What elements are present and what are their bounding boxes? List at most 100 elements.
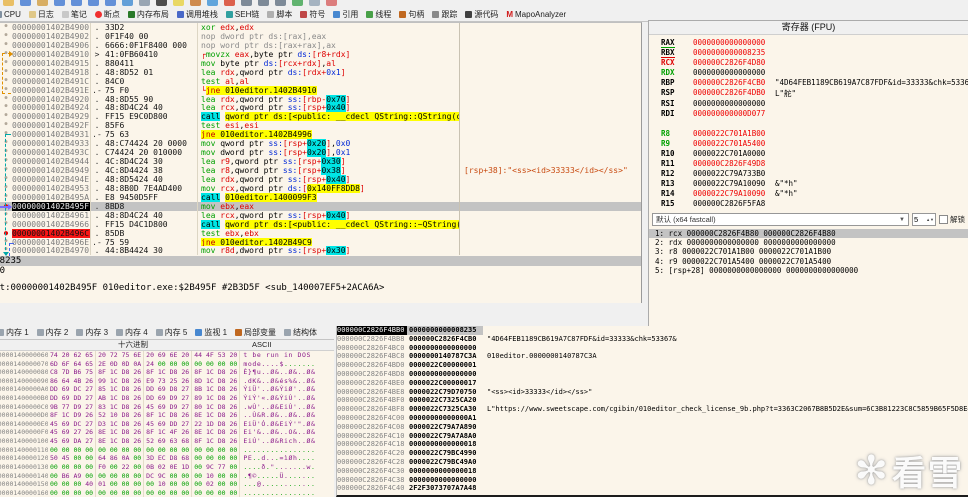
register-row[interactable]: R11 000000C2826F49D8 — [649, 159, 968, 169]
row-dot-icon[interactable]: ● — [0, 220, 12, 229]
dump-tab-4[interactable]: 内存 4 — [112, 327, 152, 338]
hexdump-row[interactable]: 00000001400000A0DD 69 DC 2785 1C D8 26DD… — [0, 385, 334, 395]
hexdump-row[interactable]: 000000014000006074 20 62 6520 72 75 6E20… — [0, 351, 334, 360]
stack-row[interactable]: 000000C2826F4BD8 0000000000000000 — [337, 370, 968, 379]
disasm-row[interactable]: ● 00000001402B4902. 0F1F40 00 nop dword ptr… — [0, 31, 641, 41]
globe-icon[interactable] — [207, 0, 218, 6]
chart-icon[interactable] — [292, 0, 303, 6]
register-row[interactable]: RCX 000000C2826F4D80 — [649, 58, 968, 68]
brush-icon[interactable] — [224, 0, 235, 6]
dump-tab-3[interactable]: 内存 3 — [72, 327, 112, 338]
fx-icon[interactable] — [241, 0, 252, 6]
tab-cpu[interactable]: CPU — [0, 8, 25, 21]
stack-row[interactable]: 000000C2826F4C30 0000000000000018 — [337, 467, 968, 476]
az-sort-icon[interactable] — [275, 0, 286, 6]
restart-icon[interactable] — [20, 0, 31, 6]
step-out-icon[interactable] — [105, 0, 116, 6]
row-dot-icon[interactable]: ● — [0, 77, 12, 86]
register-row[interactable]: RBX 0000000000008235 — [649, 48, 968, 59]
stack-row[interactable]: 000000C2826F4BF0 0000022C7325CA20 — [337, 396, 968, 405]
stack-row[interactable]: 000000C2826F4BE0 0000022C00000017 — [337, 379, 968, 388]
disasm-row[interactable]: ● 00000001402B4931 .- 75 63 jne 010editor.14… — [0, 130, 641, 140]
eraser-icon[interactable] — [190, 0, 201, 6]
stack-row[interactable]: 000000C2826F4BB0 0000000000008235 — [337, 326, 968, 335]
arg-count-stepper[interactable]: 5 ▲▼ — [912, 213, 936, 226]
register-row[interactable]: R13 0000022C79A10090 &"*h" — [649, 179, 968, 189]
tab-trace[interactable]: 跟踪 — [428, 8, 461, 21]
argument-row[interactable]: 3: r8 0000022C701A1B00 0000022C701A1B00 — [649, 247, 968, 256]
pause-icon[interactable] — [37, 0, 48, 6]
disasm-row[interactable]: ● 00000001402B4944. 4C:8D4C24 30 lea r9,qwo… — [0, 157, 641, 166]
register-row[interactable]: RBP 000000C2826F4CB0 "4D64FEB1189CB619A7C8… — [649, 78, 968, 88]
disasm-row[interactable]: ● 00000001402B493C. C74424 20 010000 mov dw… — [0, 148, 641, 158]
row-dot-icon[interactable]: ● — [0, 157, 12, 166]
row-dot-icon[interactable]: ● — [0, 23, 12, 32]
calling-convention-select[interactable]: 默认 (x64 fastcall) ▼ — [652, 213, 909, 226]
tab-breakpoint[interactable]: 断点 — [91, 8, 124, 21]
row-dot-icon[interactable]: ● — [0, 166, 12, 175]
register-row[interactable]: RAX 0000000000000000 — [649, 38, 968, 49]
stack-row[interactable]: 000000C2826F4C08 0000022C79A7A890 — [337, 423, 968, 432]
registers-panel[interactable]: 寄存器 (FPU) RAX 0000000000000000 RBX 00000000… — [648, 20, 968, 334]
row-dot-icon[interactable]: ● — [0, 211, 12, 220]
register-row[interactable]: RSP 000000C2826F4DB0 L"舵" — [649, 88, 968, 98]
row-dot-icon[interactable]: ● — [0, 41, 12, 50]
disasm-row[interactable]: ● 00000001402B491C. 84C0 test al,al — [0, 76, 641, 86]
disasm-row[interactable]: ● 00000001402B4915. 880411 mov byte ptr ds:… — [0, 58, 641, 68]
hexdump-row[interactable]: 00000001400000E045 69 DC 27D3 1C D8 2645… — [0, 419, 334, 429]
window-icon[interactable] — [309, 0, 320, 6]
disasm-row[interactable]: ● 00000001402B4924. 48:8D4C24 40 lea rcx,qw… — [0, 103, 641, 113]
open-file-icon[interactable] — [3, 0, 14, 6]
row-dot-icon[interactable]: ● — [0, 121, 12, 130]
disasm-row[interactable]: ● 00000001402B4910 >41:0FB60410 ┌movzx eax,… — [0, 49, 641, 59]
row-dot-icon[interactable]: ● — [0, 148, 12, 157]
tab-log[interactable]: 日志 — [25, 8, 58, 21]
stack-row[interactable]: 000000C2826F4C00 00000000000000A1 — [337, 414, 968, 423]
row-dot-icon[interactable]: ● — [0, 238, 12, 247]
hexdump-row[interactable]: 00000001400000D08F 1C D9 2652 10 D8 268F… — [0, 411, 334, 420]
row-dot-icon[interactable]: ● — [0, 175, 12, 184]
stack-row[interactable]: 000000C2826F4BC8 0000000140787C3A 010edito… — [337, 352, 968, 361]
disasm-row[interactable]: ● 00000001402B496E .- 75 59 jne 010editor.14… — [0, 237, 641, 247]
search-icon[interactable] — [139, 0, 150, 6]
stack-row[interactable]: 000000C2826F4C10 0000022C79A7A8A0 — [337, 432, 968, 441]
row-dot-icon[interactable]: ● — [0, 246, 12, 255]
if-icon[interactable] — [258, 0, 269, 6]
disasm-row[interactable]: ● 00000001402B4920. 48:8D55 90 lea rdx,qwor… — [0, 94, 641, 104]
disasm-row[interactable]: ● 00000001402B495A. E8 9450D5FF call 010edi… — [0, 192, 641, 202]
argument-row[interactable]: 4: r9 0000022C701A5400 0000022C701A5400 — [649, 257, 968, 266]
hexdump-row[interactable]: 000000014000009086 64 4B 2699 1C D8 26E9… — [0, 376, 334, 386]
stack-row[interactable]: 000000C2826F4C38 0000000000000000 — [337, 476, 968, 485]
row-dot-icon[interactable]: ● — [0, 184, 12, 193]
disassembly-panel[interactable]: ● 00000001402B4900. 33D2 xor edx,edx ● 000000… — [0, 22, 642, 257]
disasm-row[interactable]: ● 00000001402B4918. 48:8D52 01 lea rdx,qwor… — [0, 67, 641, 77]
dump-tab-7[interactable]: 局部变量 — [231, 327, 280, 338]
disasm-row[interactable]: ● 00000001402B4953. 48:8B0D 7E4AD400 mov rc… — [0, 183, 641, 193]
hexdump-row[interactable]: 00000001400000B0DD 69 DD 27AB 1C D8 26DD… — [0, 394, 334, 403]
stack-row[interactable]: 000000C2826F4BD0 0000022C00000001 — [337, 361, 968, 370]
disasm-row[interactable]: ● 00000001402B496C. 85DB test ebx,ebx — [0, 228, 641, 238]
hexdump-row[interactable]: 000000014000013000 00 00 00F0 00 22 000B… — [0, 462, 334, 472]
register-row[interactable]: R8 0000022C701A1B00 — [649, 129, 968, 139]
row-dot-icon[interactable]: ● — [0, 86, 12, 95]
tab-mapo[interactable]: M MapoAnalyzer — [502, 8, 570, 21]
hexdump-panel[interactable]: 内存 1 内存 2 内存 3 内存 4 内存 5 监视 1 局部变量 结构体 十六进制 ASC… — [0, 326, 334, 497]
row-dot-icon[interactable]: ● — [0, 59, 12, 68]
disasm-row[interactable]: ● 00000001402B4900. 33D2 xor edx,edx — [0, 23, 641, 32]
row-dot-icon[interactable]: ● — [0, 112, 12, 121]
hexdump-row[interactable]: 000000014000012050 45 00 0064 86 0A 003D… — [0, 454, 334, 463]
disasm-row[interactable]: ● 00000001402B4949. 4C:8D4424 38 lea r8,qwo… — [0, 166, 641, 175]
disasm-row[interactable]: ● 00000001402B4933. 48:C74424 20 0000 mov q… — [0, 139, 641, 149]
pencil-icon[interactable] — [173, 0, 184, 6]
hexdump-row[interactable]: 00000001400000706D 6F 64 652E 0D 0D 0A24… — [0, 359, 334, 369]
hexdump-row[interactable]: 000000014000010045 69 DA 278E 1C D8 2652… — [0, 437, 334, 446]
register-row[interactable]: R15 000000C2826F5FA8 — [649, 199, 968, 209]
breakpoint-dot-icon[interactable]: ● — [0, 229, 12, 238]
step-over-icon[interactable] — [88, 0, 99, 6]
stack-row[interactable]: 000000C2826F4BC0 0000000000000000 — [337, 344, 968, 353]
hexdump-row[interactable]: 00000001400000F045 69 27 268E 1C D8 268F… — [0, 428, 334, 438]
register-row[interactable]: R12 0000022C79A733B0 — [649, 169, 968, 179]
info-line-1[interactable]: ebx=8235 — [0, 256, 641, 266]
stack-row[interactable]: 000000C2826F4C40 2F2F3073707A7A48 — [337, 484, 968, 493]
register-row[interactable]: RDX 0000000000000000 — [649, 68, 968, 78]
